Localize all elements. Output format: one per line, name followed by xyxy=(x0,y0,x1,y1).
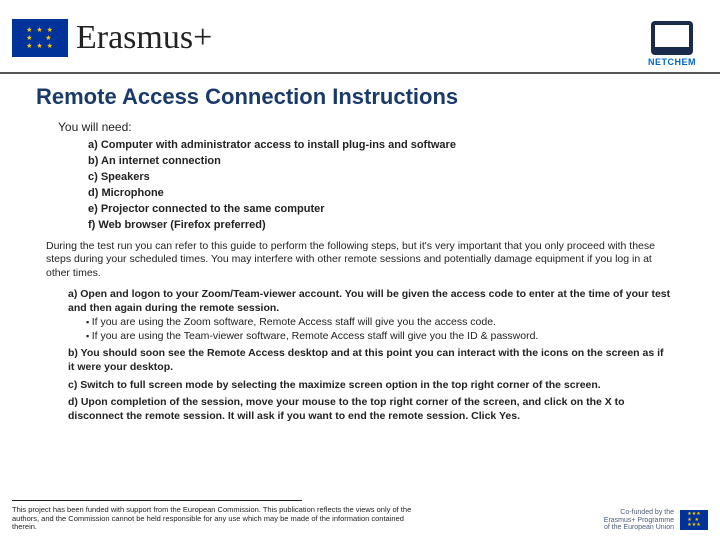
step-item: a) Open and logon to your Zoom/Team-view… xyxy=(68,287,672,344)
disclaimer-text: This project has been funded with suppor… xyxy=(12,505,411,531)
step-item: c) Switch to full screen mode by selecti… xyxy=(68,378,672,392)
steps-list: a) Open and logon to your Zoom/Team-view… xyxy=(68,287,672,424)
need-item: e) Projector connected to the same compu… xyxy=(88,202,684,218)
need-item: b) An internet connection xyxy=(88,154,684,170)
cofund-text: Co-funded by theErasmus+ Programmeof the… xyxy=(604,509,674,532)
cofund-block: Co-funded by theErasmus+ Programmeof the… xyxy=(604,509,708,532)
need-item: d) Microphone xyxy=(88,186,684,202)
step-sub-item: If you are using the Zoom software, Remo… xyxy=(86,315,672,329)
need-item: f) Web browser (Firefox preferred) xyxy=(88,218,684,234)
netchem-label: NETCHEM xyxy=(648,57,696,67)
need-item: a) Computer with administrator access to… xyxy=(88,138,684,154)
brand-label: Erasmus+ xyxy=(76,19,212,57)
footer: This project has been funded with suppor… xyxy=(12,504,708,532)
tablet-icon xyxy=(651,21,693,55)
step-item: b) You should soon see the Remote Access… xyxy=(68,346,672,374)
step-sub-item: If you are using the Team-viewer softwar… xyxy=(86,329,672,343)
footer-disclaimer: This project has been funded with suppor… xyxy=(12,504,412,532)
need-item: c) Speakers xyxy=(88,170,684,186)
step-item: d) Upon completion of the session, move … xyxy=(68,395,672,423)
header: ★ ★ ★★ ★★ ★ ★ Erasmus+ NETCHEM xyxy=(0,0,720,74)
need-list: a) Computer with administrator access to… xyxy=(88,138,684,234)
eu-flag-icon: ★ ★ ★★ ★★ ★ ★ xyxy=(12,19,68,57)
need-intro: You will need: xyxy=(58,120,684,134)
netchem-logo: NETCHEM xyxy=(636,9,708,67)
page-title: Remote Access Connection Instructions xyxy=(36,84,684,110)
intro-paragraph: During the test run you can refer to thi… xyxy=(46,240,674,281)
content: Remote Access Connection Instructions Yo… xyxy=(0,74,720,430)
eu-flag-small-icon: ★★★★ ★★★★ xyxy=(680,510,708,530)
